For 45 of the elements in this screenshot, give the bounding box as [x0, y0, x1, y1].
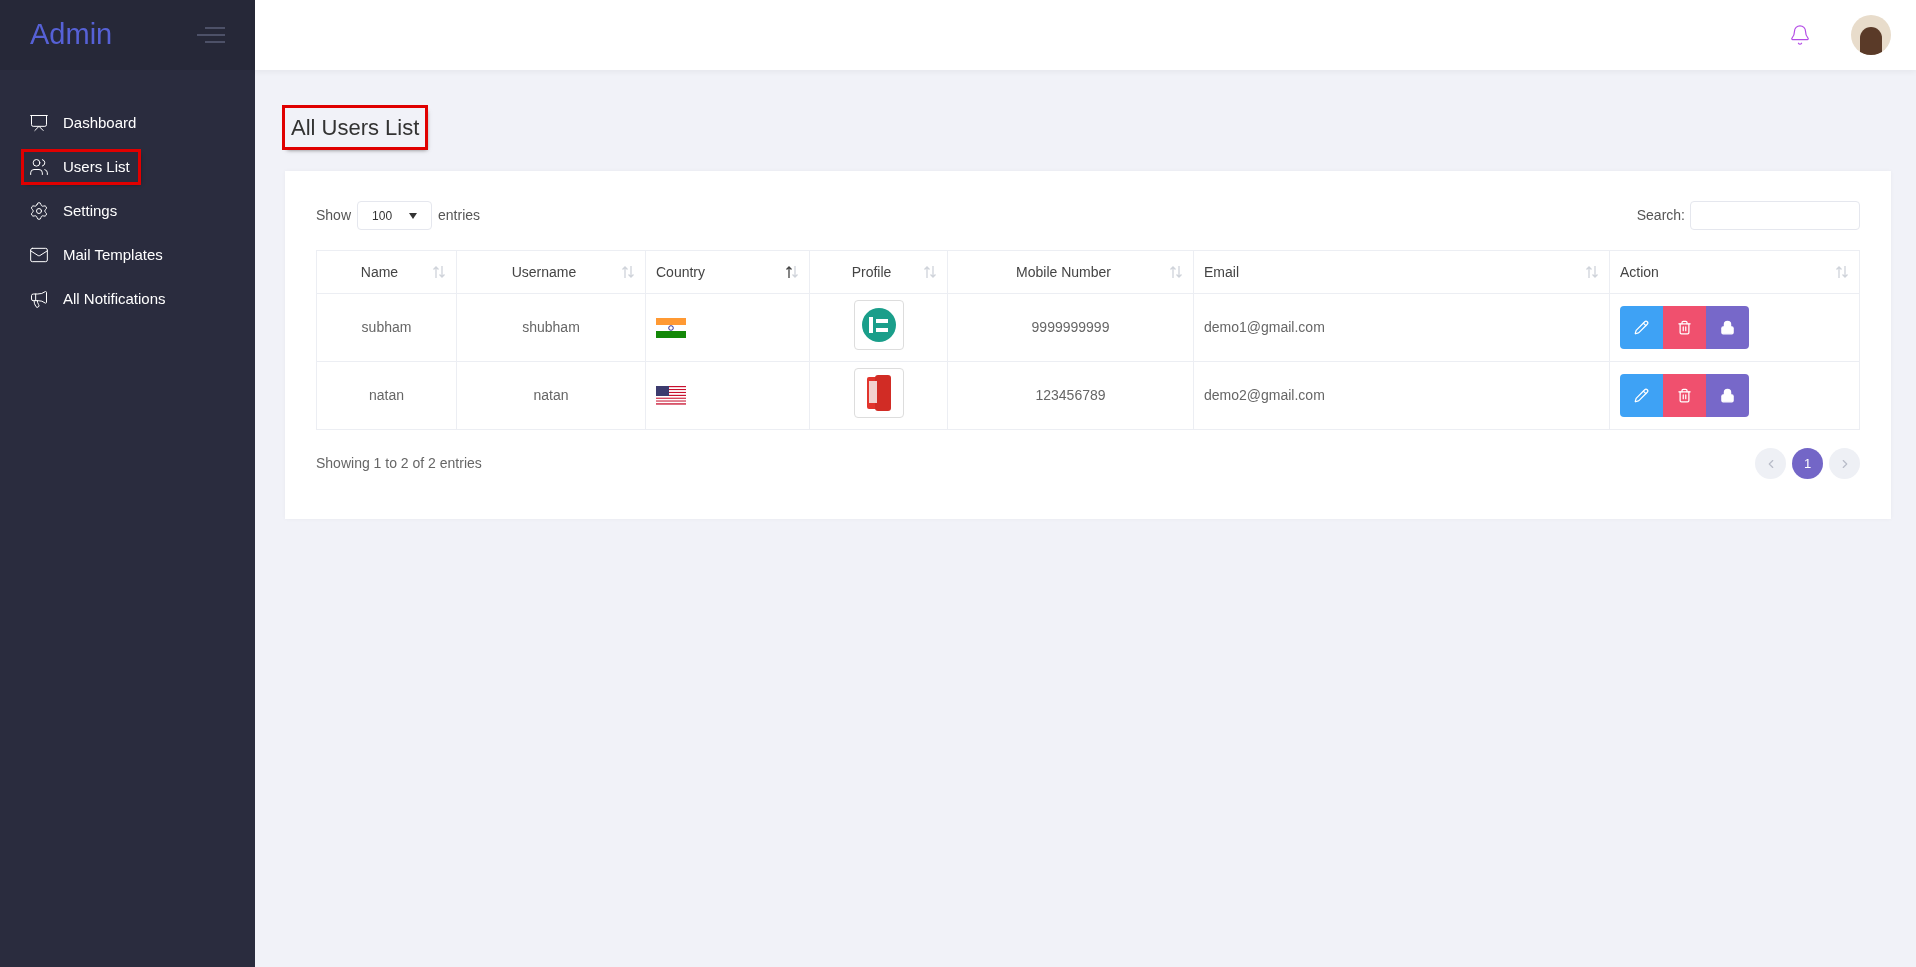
- lock-icon: [1720, 388, 1735, 403]
- caret-icon: [409, 212, 418, 219]
- megaphone-icon: [29, 289, 49, 309]
- lock-button[interactable]: [1706, 374, 1749, 417]
- flag-icon: [656, 385, 686, 406]
- edit-button[interactable]: [1620, 374, 1663, 417]
- table-cell: 9999999999: [1031, 319, 1110, 335]
- flag-icon: [656, 317, 686, 338]
- users-icon: [29, 157, 49, 177]
- entries-info: Showing 1 to 2 of 2 entries: [316, 454, 482, 473]
- search-field[interactable]: [1690, 201, 1860, 230]
- nav-item[interactable]: Dashboard: [24, 108, 145, 138]
- table-cell: shubham: [522, 319, 580, 335]
- edit-icon: [1634, 320, 1649, 335]
- mail-icon: [29, 245, 49, 265]
- trash-icon: [1677, 388, 1692, 403]
- settings-icon: [29, 201, 49, 221]
- page-button[interactable]: 1: [1792, 448, 1823, 479]
- table-cell: subham: [361, 319, 412, 335]
- table-cell: natan: [368, 387, 404, 403]
- delete-button[interactable]: [1663, 374, 1706, 417]
- trash-icon: [1677, 320, 1692, 335]
- delete-button[interactable]: [1663, 306, 1706, 349]
- lock-button[interactable]: [1706, 306, 1749, 349]
- table-cell: 123456789: [1035, 387, 1106, 403]
- entries-label: entries: [438, 206, 481, 225]
- edit-icon: [1634, 388, 1649, 403]
- menu-icon[interactable]: [197, 27, 225, 43]
- chart-icon: [29, 113, 49, 133]
- edit-button[interactable]: [1620, 306, 1663, 349]
- bell-icon[interactable]: [1789, 24, 1811, 46]
- show-label: Show: [316, 206, 352, 225]
- lock-icon: [1720, 320, 1735, 335]
- table-cell: demo1@gmail.com: [1204, 319, 1325, 335]
- brand-logo: Admin: [30, 17, 113, 53]
- nav-item[interactable]: Users List: [24, 152, 138, 182]
- search-label: Search:: [1636, 206, 1685, 225]
- table-cell: demo2@gmail.com: [1204, 387, 1325, 403]
- nav-item[interactable]: Settings: [24, 196, 126, 226]
- avatar[interactable]: [1851, 15, 1891, 55]
- table-cell: natan: [533, 387, 569, 403]
- page-size-select[interactable]: 100: [357, 201, 433, 230]
- nav-item[interactable]: All Notifications: [24, 284, 174, 314]
- page-title: All Users List: [285, 108, 426, 147]
- nav-item[interactable]: Mail Templates: [24, 240, 171, 270]
